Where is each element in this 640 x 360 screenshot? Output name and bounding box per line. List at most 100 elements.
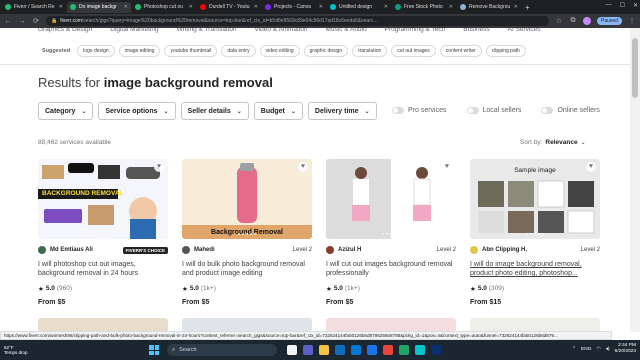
suggested-chip[interactable]: image editing <box>118 45 161 57</box>
carousel-dot[interactable] <box>98 233 100 235</box>
carousel-dot[interactable] <box>394 233 396 235</box>
filter-button[interactable]: Delivery time ⌄ <box>307 102 377 120</box>
gig-thumbnail[interactable]: Sample image ♥ <box>470 159 600 239</box>
photoshop-icon[interactable] <box>431 345 441 355</box>
category-link[interactable]: Business <box>463 28 489 33</box>
carousel-dot[interactable] <box>106 233 108 235</box>
carousel-dot[interactable] <box>386 233 388 235</box>
gig-thumbnail[interactable] <box>470 318 600 332</box>
paused-badge[interactable]: Paused <box>597 17 622 25</box>
suggested-chip[interactable]: translation <box>352 45 388 57</box>
carousel-dot[interactable] <box>530 233 532 235</box>
scrollbar-thumb[interactable] <box>632 38 638 98</box>
suggested-chip[interactable]: cut out images <box>391 45 436 57</box>
tab-close-icon[interactable]: ✕ <box>124 4 128 10</box>
browser-tab[interactable]: Projects - Canva ✕ <box>262 2 326 13</box>
gig-card[interactable]: BACKGROUND REMOVAL ♥ Md Emtiaus Ali FIVERR'… <box>38 159 168 306</box>
carousel-dot[interactable] <box>390 233 392 235</box>
extensions-icon[interactable]: ⧉ <box>569 17 577 25</box>
carousel-dot[interactable] <box>542 233 544 235</box>
weather-widget[interactable]: 62°F Temps drop <box>4 345 54 355</box>
seller-name[interactable]: Abn Clipping H. <box>482 247 527 253</box>
carousel-dot[interactable] <box>102 233 104 235</box>
heart-icon[interactable]: ♥ <box>154 162 164 172</box>
store-icon[interactable] <box>351 345 361 355</box>
avatar[interactable] <box>38 246 46 254</box>
tab-close-icon[interactable]: ✕ <box>384 4 388 10</box>
gig-card[interactable]: Sample image ♥ Abn Clipping H. Level 2 I wil… <box>470 159 600 306</box>
word-icon[interactable] <box>367 345 377 355</box>
maximize-icon[interactable]: ☐ <box>620 2 625 9</box>
url-field[interactable]: 🔒 fiverr.com /search/gigs?query=image%20… <box>46 16 550 26</box>
tab-close-icon[interactable]: ✕ <box>514 4 518 10</box>
tab-close-icon[interactable]: ✕ <box>59 4 63 10</box>
windows-start-icon[interactable] <box>149 345 159 355</box>
carousel-dot[interactable] <box>398 233 400 235</box>
teams-icon[interactable] <box>303 345 313 355</box>
reload-icon[interactable]: ⟳ <box>32 17 40 25</box>
filter-button[interactable]: Category ⌄ <box>38 102 94 120</box>
seller-name[interactable]: Md Emtiaus Ali <box>50 247 93 253</box>
browser-tab[interactable]: Untitled design ✕ <box>327 2 391 13</box>
category-link[interactable]: Video & Animation <box>254 28 307 33</box>
suggested-chip[interactable]: content writer <box>439 45 482 57</box>
forward-icon[interactable]: → <box>18 18 26 25</box>
carousel-dot[interactable] <box>246 233 248 235</box>
minimize-icon[interactable]: — <box>606 2 612 9</box>
tab-close-icon[interactable]: ✕ <box>254 4 258 10</box>
category-link[interactable]: Digital Marketing <box>110 28 158 33</box>
seller-name[interactable]: Azizul H <box>338 247 361 253</box>
carousel-dot[interactable] <box>534 233 536 235</box>
browser-tab[interactable]: Do image backgr ✕ <box>67 1 131 13</box>
toggle-option[interactable]: Pro services <box>392 107 447 114</box>
taskbar-search[interactable]: ⌕ Search <box>167 344 277 356</box>
browser-tab[interactable]: Durdell TV - Youtu ✕ <box>197 2 261 13</box>
filter-button[interactable]: Seller details ⌄ <box>180 102 249 120</box>
toggle-switch[interactable] <box>392 107 404 114</box>
category-link[interactable]: AI Services <box>508 28 541 33</box>
profile-avatar[interactable] <box>583 17 592 25</box>
gig-card[interactable]: ♥ Azizul H Level 2 I will cut out images ba… <box>326 159 456 306</box>
browser-tab[interactable]: Photoshop cut ou ✕ <box>132 2 196 13</box>
carousel-dot[interactable] <box>110 233 112 235</box>
menu-kebab-icon[interactable]: ⋮ <box>628 17 636 25</box>
clock[interactable]: 2:44 PM 6/20/2023 <box>615 343 636 355</box>
file-explorer-icon[interactable] <box>319 345 329 355</box>
avatar[interactable] <box>182 246 190 254</box>
filter-button[interactable]: Service options ⌄ <box>98 102 176 120</box>
gig-thumbnail[interactable] <box>326 318 456 332</box>
browser-tab[interactable]: Free Stock Photo ✕ <box>392 2 456 13</box>
carousel-dot[interactable] <box>250 233 252 235</box>
gig-title[interactable]: I will cut out images background removal… <box>326 260 456 278</box>
new-tab-icon[interactable]: + <box>525 3 530 12</box>
gig-thumbnail[interactable]: Background Removal ♥ <box>182 159 312 239</box>
carousel-dot[interactable] <box>382 233 384 235</box>
filter-button[interactable]: Budget ⌄ <box>253 102 303 120</box>
carousel-dot[interactable] <box>94 233 96 235</box>
gig-thumbnail[interactable]: BACKGROUND REMOVAL ♥ <box>38 159 168 239</box>
suggested-chip[interactable]: graphic design <box>303 45 349 57</box>
carousel-dot[interactable] <box>254 233 256 235</box>
gig-thumbnail[interactable]: ♥ <box>326 159 456 239</box>
gig-card[interactable]: Background Removal ♥ Mahedi Level 2 I will d… <box>182 159 312 306</box>
heart-icon[interactable]: ♥ <box>298 162 308 172</box>
canva-icon[interactable] <box>415 345 425 355</box>
tab-close-icon[interactable]: ✕ <box>449 4 453 10</box>
back-icon[interactable]: ← <box>4 18 12 25</box>
chevron-up-icon[interactable]: ⌃ <box>572 347 576 352</box>
tray-lang[interactable]: ENG <box>581 347 591 352</box>
speaker-icon[interactable]: ◂) <box>606 347 610 352</box>
carousel-dot[interactable] <box>242 233 244 235</box>
toggle-switch[interactable] <box>466 107 479 114</box>
chrome-icon[interactable] <box>383 345 393 355</box>
sort-control[interactable]: Sort by: Relevance ⌄ <box>520 139 586 146</box>
category-link[interactable]: Programming & Tech <box>385 28 446 33</box>
heart-icon[interactable]: ♥ <box>586 162 596 172</box>
tab-close-icon[interactable]: ✕ <box>189 4 193 10</box>
toggle-option[interactable]: Online sellers <box>541 107 600 114</box>
carousel-dot[interactable] <box>538 233 540 235</box>
category-link[interactable]: Music & Audio <box>325 28 366 33</box>
gig-thumbnail[interactable] <box>38 318 168 332</box>
toggle-option[interactable]: Local sellers <box>466 107 521 114</box>
browser-tab[interactable]: Fiverr / Search Re ✕ <box>2 2 66 13</box>
